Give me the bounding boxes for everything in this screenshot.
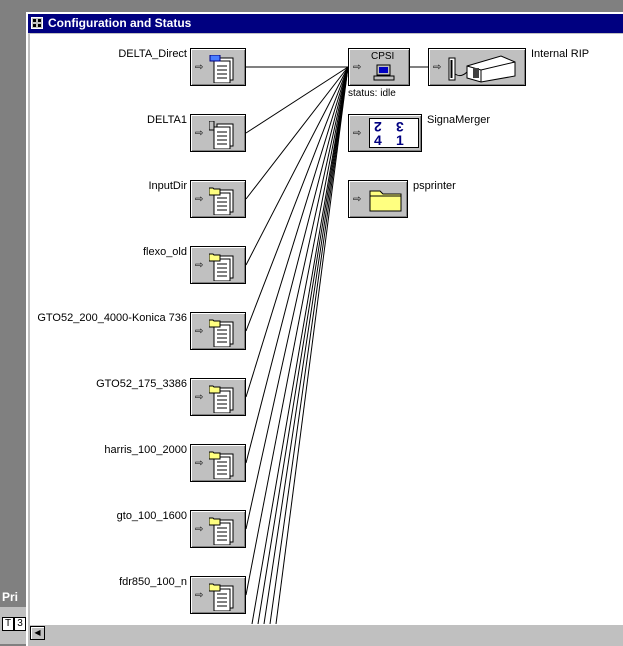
cpsi-status: status: idle bbox=[348, 88, 396, 99]
input-label-harris: harris_100_2000 bbox=[104, 444, 187, 456]
input-node-gto52-200[interactable]: ⇨ bbox=[190, 312, 246, 350]
arrow-right-icon: ⇨ bbox=[195, 590, 204, 601]
input-label-fdr850: fdr850_100_n bbox=[119, 576, 187, 588]
window-title: Configuration and Status bbox=[48, 16, 192, 30]
arrow-right-icon: ⇨ bbox=[195, 326, 204, 337]
signa-digit: 4 bbox=[374, 132, 382, 148]
window-titlebar[interactable]: Configuration and Status bbox=[28, 14, 623, 33]
background-window-tab-label: Pri bbox=[2, 590, 19, 604]
input-node-inputdir[interactable]: ⇨ bbox=[190, 180, 246, 218]
arrow-right-icon: ⇨ bbox=[195, 458, 204, 469]
cpsi-title: CPSI bbox=[371, 51, 395, 62]
signamerger-label: SignaMerger bbox=[427, 114, 490, 126]
psprinter-label: psprinter bbox=[413, 180, 456, 192]
desktop-strip-top bbox=[0, 0, 623, 12]
arrow-right-icon: ⇨ bbox=[195, 260, 204, 271]
input-label-flexo-old: flexo_old bbox=[142, 246, 187, 258]
arrow-right-icon: ⇨ bbox=[433, 62, 442, 73]
cpsi-node[interactable]: ⇨ CPSI bbox=[348, 48, 410, 86]
input-label-delta-direct: DELTA_Direct bbox=[118, 48, 187, 60]
input-label-delta1: DELTA1 bbox=[147, 114, 187, 126]
folder-documents-icon bbox=[209, 517, 234, 545]
signature-grid-icon: 2 3 4 1 bbox=[369, 118, 419, 148]
folder-documents-icon bbox=[209, 451, 234, 479]
arrow-right-icon: ⇨ bbox=[195, 194, 204, 205]
internal-rip-node[interactable]: ⇨ bbox=[428, 48, 526, 86]
background-window-cells: T 3 bbox=[0, 607, 27, 644]
folder-documents-icon bbox=[209, 319, 234, 347]
input-node-delta1[interactable]: ⇨ bbox=[190, 114, 246, 152]
input-label-gto52-175: GTO52_175_3386 bbox=[96, 378, 187, 390]
horizontal-scrollbar[interactable]: ◀ bbox=[30, 624, 623, 641]
input-label-gto100: gto_100_1600 bbox=[116, 510, 187, 522]
folder-icon bbox=[369, 190, 402, 212]
input-label-inputdir: InputDir bbox=[148, 180, 187, 192]
input-node-fdr850[interactable]: ⇨ bbox=[190, 576, 246, 614]
input-node-flexo-old[interactable]: ⇨ bbox=[190, 246, 246, 284]
signa-digit: 1 bbox=[396, 132, 404, 148]
input-node-harris[interactable]: ⇨ bbox=[190, 444, 246, 482]
folder-documents-icon bbox=[209, 253, 234, 281]
stacked-documents-icon bbox=[209, 55, 234, 83]
stacked-documents-icon bbox=[209, 121, 234, 149]
internal-rip-label: Internal RIP bbox=[531, 48, 590, 60]
background-cell-2[interactable]: 3 bbox=[14, 617, 26, 631]
arrow-right-icon: ⇨ bbox=[353, 62, 362, 73]
folder-documents-icon bbox=[209, 385, 234, 413]
window-menu-icon[interactable] bbox=[31, 17, 43, 29]
background-window-tab[interactable]: Pri bbox=[0, 587, 27, 607]
arrow-right-icon: ⇨ bbox=[195, 392, 204, 403]
desktop-strip-left bbox=[0, 0, 28, 644]
connection-lines bbox=[245, 66, 428, 624]
arrow-right-icon: ⇨ bbox=[195, 62, 204, 73]
computer-icon bbox=[373, 64, 395, 81]
psprinter-node[interactable]: ⇨ bbox=[348, 180, 408, 218]
folder-documents-icon bbox=[209, 583, 234, 611]
input-label-gto52-200: GTO52_200_4000-Konica 736 bbox=[37, 312, 187, 324]
signamerger-node[interactable]: ⇨ 2 3 4 1 bbox=[348, 114, 422, 152]
input-node-gto52-175[interactable]: ⇨ bbox=[190, 378, 246, 416]
scroll-left-button[interactable]: ◀ bbox=[30, 626, 45, 640]
folder-documents-icon bbox=[209, 187, 234, 215]
arrow-right-icon: ⇨ bbox=[195, 524, 204, 535]
input-node-delta-direct[interactable]: ⇨ bbox=[190, 48, 246, 86]
background-cell-1[interactable]: T bbox=[2, 617, 14, 631]
workflow-canvas: DELTA_Direct ⇨ DELTA1 ⇨ InputDir ⇨ flexo… bbox=[30, 34, 623, 624]
arrow-right-icon: ⇨ bbox=[353, 194, 362, 205]
input-node-gto100[interactable]: ⇨ bbox=[190, 510, 246, 548]
imagesetter-icon bbox=[448, 55, 516, 83]
arrow-right-icon: ⇨ bbox=[195, 128, 204, 139]
arrow-right-icon: ⇨ bbox=[353, 128, 362, 139]
